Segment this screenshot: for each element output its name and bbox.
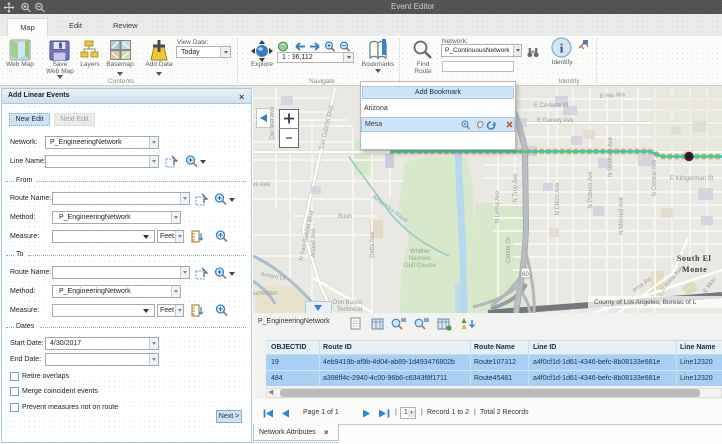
svg-text:E Cortada St: E Cortada St bbox=[534, 103, 569, 109]
svg-text:Arland Ave: Arland Ave bbox=[311, 228, 317, 258]
svg-text:Monte: Monte bbox=[682, 265, 707, 274]
svg-text:County of Los Angeles, Bureau: County of Los Angeles, Bureau of L bbox=[594, 299, 697, 306]
svg-text:Bush: Bush bbox=[338, 214, 352, 220]
svg-text:ves Ave: ves Ave bbox=[253, 182, 271, 188]
svg-text:Whittier: Whittier bbox=[410, 249, 430, 255]
svg-text:N Merced Ave: N Merced Ave bbox=[619, 197, 625, 235]
svg-text:N Seaman Ave: N Seaman Ave bbox=[608, 136, 614, 177]
svg-text:Center Dr: Center Dr bbox=[506, 237, 512, 263]
svg-text:E Klingerman St: E Klingerman St bbox=[670, 176, 714, 182]
svg-text:N Troy Ave: N Troy Ave bbox=[513, 173, 519, 203]
svg-text:surrection: surrection bbox=[253, 291, 277, 297]
svg-text:N Potrero Ave: N Potrero Ave bbox=[588, 171, 594, 209]
svg-text:60: 60 bbox=[522, 272, 529, 278]
svg-text:N Central Ave: N Central Ave bbox=[652, 159, 658, 197]
svg-text:E Garvey Ave: E Garvey Ave bbox=[537, 118, 574, 124]
svg-text:Delta Ave: Delta Ave bbox=[370, 232, 376, 258]
svg-text:Don Bosco: Don Bosco bbox=[333, 300, 363, 306]
svg-text:i: i bbox=[560, 41, 564, 56]
svg-text:South El: South El bbox=[677, 254, 712, 263]
svg-text:Narrows: Narrows bbox=[409, 256, 431, 262]
svg-text:N Chico Ave: N Chico Ave bbox=[555, 182, 561, 216]
svg-text:N Lema Ave: N Lema Ave bbox=[495, 190, 501, 223]
svg-text:Golf Course: Golf Course bbox=[404, 263, 437, 269]
